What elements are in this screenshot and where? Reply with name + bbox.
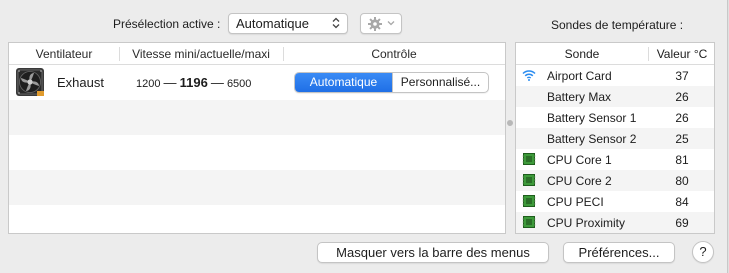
fan-icon — [16, 68, 44, 96]
wifi-icon — [522, 70, 536, 81]
empty-row — [9, 170, 505, 205]
sensor-value: 26 — [675, 90, 689, 104]
sensor-row[interactable]: CPU Core 2 80 — [516, 170, 714, 191]
sensors-table-header: Sonde Valeur °C — [516, 43, 714, 65]
fan-row-exhaust[interactable]: Exhaust 1200 — 1196 — 6500 Automatique P… — [9, 65, 505, 100]
fans-table-header: Ventilateur Vitesse mini/actuelle/maxi C… — [9, 43, 505, 65]
sensor-value: 37 — [675, 69, 689, 83]
preset-select[interactable]: Automatique — [228, 13, 348, 34]
sensor-name: Battery Sensor 1 — [547, 111, 637, 125]
empty-row — [9, 100, 505, 135]
chip-icon — [522, 174, 536, 186]
sensor-name: Battery Sensor 2 — [547, 132, 637, 146]
control-automatic-button[interactable]: Automatique — [295, 73, 392, 92]
sensor-row[interactable]: Battery Sensor 1 26 — [516, 107, 714, 128]
empty-row — [9, 205, 505, 233]
sensor-row[interactable]: Airport Card 37 — [516, 65, 714, 86]
column-header-value[interactable]: Valeur °C — [649, 43, 714, 65]
sensor-value: 81 — [675, 153, 689, 167]
sensor-row[interactable]: Battery Max 26 — [516, 86, 714, 107]
sensor-name: Battery Max — [547, 90, 612, 104]
speed-separator: — — [163, 75, 177, 90]
column-header-fan[interactable]: Ventilateur — [9, 43, 119, 65]
column-header-speed[interactable]: Vitesse mini/actuelle/maxi — [119, 43, 283, 65]
chip-icon — [522, 216, 536, 228]
chevron-updown-icon — [332, 17, 340, 29]
sensor-row[interactable]: Battery Sensor 2 25 — [516, 128, 714, 149]
sensor-name: CPU Core 1 — [547, 153, 612, 167]
control-custom-button[interactable]: Personnalisé... — [392, 73, 488, 92]
sensor-row[interactable]: CPU Proximity 69 — [516, 212, 714, 233]
preset-label: Présélection active : — [113, 17, 221, 31]
hide-to-menu-bar-button[interactable]: Masquer vers la barre des menus — [317, 242, 549, 263]
chip-icon — [522, 153, 536, 165]
sensor-row[interactable]: CPU Core 1 81 — [516, 149, 714, 170]
sensor-value: 26 — [675, 111, 689, 125]
chip-icon — [522, 195, 536, 207]
chevron-down-icon — [387, 21, 395, 26]
sensors-table: Sonde Valeur °C Airport Card 37 Battery … — [515, 42, 715, 234]
column-header-sensor[interactable]: Sonde — [516, 43, 648, 65]
speed-separator: — — [210, 75, 224, 90]
preferences-button[interactable]: Préférences... — [563, 242, 675, 263]
sensors-title: Sondes de température : — [551, 18, 684, 32]
empty-row — [9, 135, 505, 170]
sensor-row[interactable]: CPU PECI 84 — [516, 191, 714, 212]
preset-select-value: Automatique — [236, 16, 309, 31]
sensor-name: CPU PECI — [547, 195, 604, 209]
preset-actions-menu[interactable] — [360, 13, 402, 34]
fan-name: Exhaust — [57, 75, 104, 90]
gear-icon — [368, 17, 382, 31]
sensor-name: Airport Card — [547, 69, 612, 83]
sensor-name: CPU Core 2 — [547, 174, 612, 188]
column-header-control[interactable]: Contrôle — [283, 43, 505, 65]
sensor-value: 84 — [675, 195, 689, 209]
split-view-divider[interactable] — [507, 120, 513, 126]
sensor-value: 69 — [675, 216, 689, 230]
fans-table: Ventilateur Vitesse mini/actuelle/maxi C… — [8, 42, 506, 234]
fan-speed-current: 1196 — [179, 75, 208, 90]
sensor-value: 80 — [675, 174, 689, 188]
help-button[interactable]: ? — [692, 241, 714, 263]
sensor-name: CPU Proximity — [547, 216, 626, 230]
fan-control-segmented: Automatique Personnalisé... — [294, 72, 489, 93]
fan-speed-max: 6500 — [226, 78, 252, 90]
fan-speed-min: 1200 — [136, 78, 161, 90]
sensor-value: 25 — [675, 132, 689, 146]
fan-speed: 1200 — 1196 — 6500 — [136, 75, 276, 90]
